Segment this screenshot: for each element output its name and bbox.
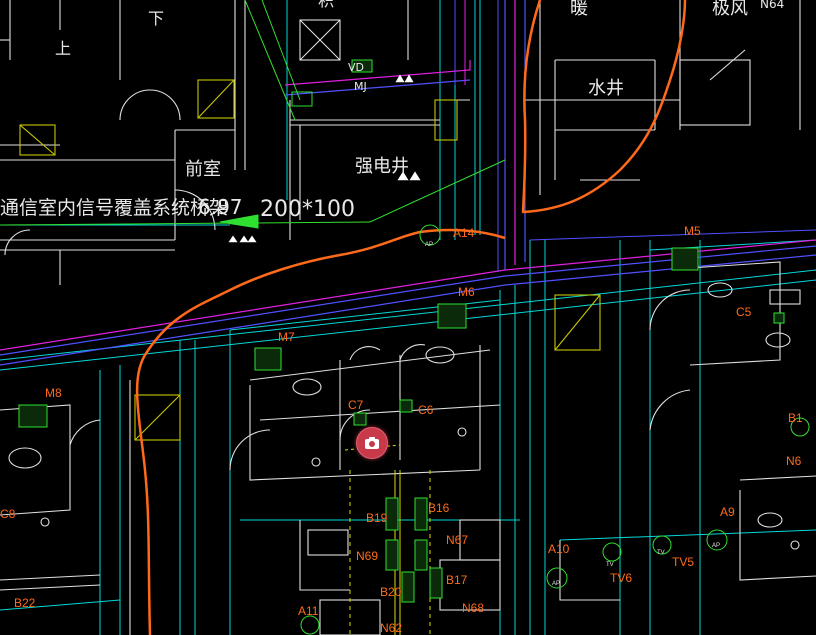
tv6-label: TV6 xyxy=(610,571,632,585)
b19-label: B19 xyxy=(366,511,388,525)
ap-mark-a9: AP xyxy=(712,543,720,549)
green-devices xyxy=(18,59,810,635)
mj-label: MJ xyxy=(354,80,367,93)
room-down-label: 下 xyxy=(148,9,164,28)
tv-mark-tv6: TV xyxy=(606,562,614,568)
yellow-lines xyxy=(19,79,601,635)
vd-label: VD xyxy=(348,61,364,74)
a14-label: A14 xyxy=(453,226,475,240)
c7-label: C7 xyxy=(348,398,364,412)
floor-plan-drawing: 上 下 前室 强电井 水井 暖 积 极风 通信室内信号覆盖系统桥架 6.97 2… xyxy=(0,0,816,635)
ap-mark-a10: AP xyxy=(552,581,560,587)
ap-mark-a14: AP xyxy=(425,242,433,248)
room-antechamber-label: 前室 xyxy=(185,159,221,180)
c5-label: C5 xyxy=(736,305,752,319)
a9-label: A9 xyxy=(720,505,735,519)
b16-label: B16 xyxy=(428,501,450,515)
c8-label: C8 xyxy=(0,507,16,521)
n6-label: N6 xyxy=(786,454,802,468)
b22-label: B22 xyxy=(14,596,36,610)
camera-button[interactable] xyxy=(356,427,388,459)
tray-title-label: 通信室内信号覆盖系统桥架 xyxy=(0,197,228,219)
b1-label: B1 xyxy=(788,411,803,425)
tv-mark-tv5: TV xyxy=(657,550,665,556)
m5-label: M5 xyxy=(684,224,701,238)
room-up-label: 上 xyxy=(55,39,71,58)
room-top-partial-2: 积 xyxy=(318,0,334,10)
n62-label: N62 xyxy=(380,621,402,635)
a11-label: A11 xyxy=(298,604,319,618)
m7-label: M7 xyxy=(278,330,295,344)
c6-label: C6 xyxy=(418,403,434,417)
n67-label: N67 xyxy=(446,533,468,547)
walls xyxy=(0,0,816,635)
cyan-lines xyxy=(0,0,816,635)
n69-label: N69 xyxy=(356,549,378,563)
cad-canvas[interactable]: 上 下 前室 强电井 水井 暖 积 极风 通信室内信号覆盖系统桥架 6.97 2… xyxy=(0,0,816,635)
b17-label: B17 xyxy=(446,573,468,587)
m6-label: M6 xyxy=(458,285,475,299)
tv5-label: TV5 xyxy=(672,555,694,569)
a10-label: A10 xyxy=(548,542,570,556)
room-top-partial-1: 暖 xyxy=(570,0,588,19)
b20-label: B20 xyxy=(380,585,402,599)
green-tray-leader xyxy=(0,0,506,229)
room-top-partial-3: 极风 xyxy=(712,0,748,19)
room-strong-shaft-label: 强电井 xyxy=(355,156,409,177)
tray-size-label: 200*100 xyxy=(260,197,355,222)
camera-icon xyxy=(365,437,379,449)
m8-label: M8 xyxy=(45,386,62,400)
tray-elevation-label: 6.97 xyxy=(198,195,243,219)
n68-label: N68 xyxy=(462,601,484,615)
room-water-well-label: 水井 xyxy=(588,78,624,99)
n64-label: N64 xyxy=(760,0,784,11)
